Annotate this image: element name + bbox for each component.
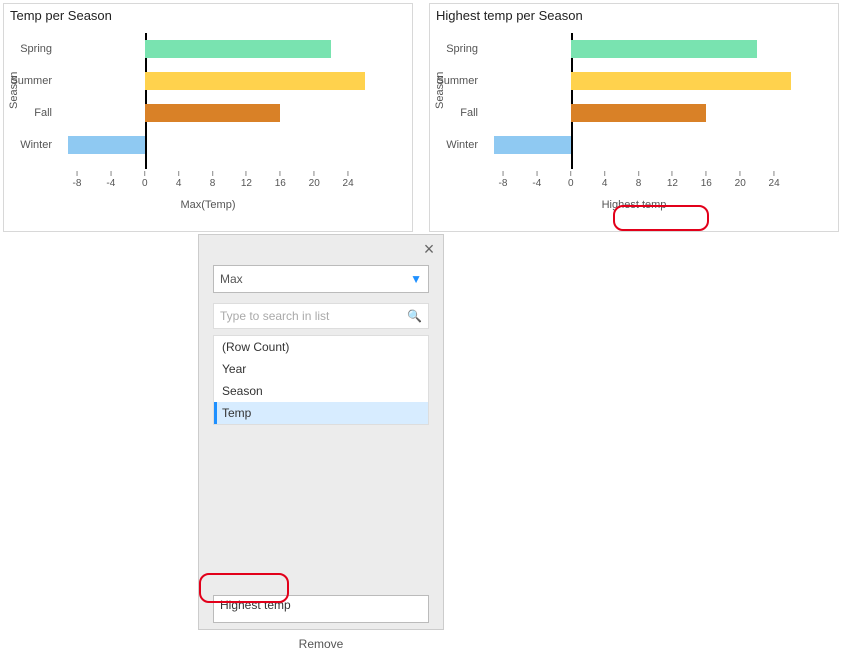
rename-value: Highest temp xyxy=(220,598,291,612)
x-ticks: -8 -4 0 4 8 12 16 20 24 xyxy=(60,171,382,197)
plot-area: SpringSummerFallWinter xyxy=(486,33,808,169)
chart-title: Temp per Season xyxy=(4,4,412,27)
category-label: Summer xyxy=(10,75,60,87)
column-option[interactable]: Season xyxy=(214,380,428,402)
bar-row: Winter xyxy=(486,129,808,161)
x-tick: -4 xyxy=(106,171,115,189)
bar[interactable] xyxy=(145,104,281,122)
column-list: (Row Count)YearSeasonTemp xyxy=(213,335,429,425)
axis-config-popup: × Max ▼ Type to search in list 🔍 (Row Co… xyxy=(198,234,444,630)
bar[interactable] xyxy=(571,104,707,122)
category-label: Summer xyxy=(436,75,486,87)
column-option[interactable]: (Row Count) xyxy=(214,336,428,358)
x-tick: 12 xyxy=(241,171,252,189)
close-icon[interactable]: × xyxy=(421,241,437,257)
category-label: Winter xyxy=(446,139,486,151)
rename-input[interactable]: Highest temp xyxy=(213,595,429,623)
bar-row: Spring xyxy=(486,33,808,65)
chart-right: Highest temp per Season Season SpringSum… xyxy=(429,3,839,232)
x-tick: -8 xyxy=(498,171,507,189)
search-input[interactable]: Type to search in list 🔍 xyxy=(213,303,429,329)
chevron-down-icon: ▼ xyxy=(410,272,422,286)
category-label: Winter xyxy=(20,139,60,151)
bar-row: Summer xyxy=(60,65,382,97)
plot-area: SpringSummerFallWinter xyxy=(60,33,382,169)
category-label: Spring xyxy=(20,43,60,55)
x-tick: 12 xyxy=(667,171,678,189)
bar-row: Summer xyxy=(486,65,808,97)
category-label: Fall xyxy=(460,107,486,119)
chart-left: Temp per Season Season SpringSummerFallW… xyxy=(3,3,413,232)
x-tick: -4 xyxy=(532,171,541,189)
spacer xyxy=(199,435,443,595)
chart-title: Highest temp per Season xyxy=(430,4,838,27)
x-tick: 20 xyxy=(735,171,746,189)
x-tick: 0 xyxy=(142,171,148,189)
x-tick: 20 xyxy=(309,171,320,189)
bar-row: Fall xyxy=(60,97,382,129)
x-tick: 8 xyxy=(636,171,642,189)
column-option[interactable]: Temp xyxy=(214,402,428,424)
bar[interactable] xyxy=(571,72,791,90)
category-label: Spring xyxy=(446,43,486,55)
search-placeholder: Type to search in list xyxy=(220,309,329,323)
bar[interactable] xyxy=(571,40,757,58)
x-tick: 16 xyxy=(275,171,286,189)
x-tick: 0 xyxy=(568,171,574,189)
bar[interactable] xyxy=(68,136,144,154)
x-tick: 4 xyxy=(602,171,608,189)
bar[interactable] xyxy=(145,72,365,90)
x-axis-label: Highest temp xyxy=(430,199,838,211)
bar-row: Fall xyxy=(486,97,808,129)
x-tick: 16 xyxy=(701,171,712,189)
x-tick: 4 xyxy=(176,171,182,189)
bar[interactable] xyxy=(145,40,331,58)
x-tick: 24 xyxy=(343,171,354,189)
x-tick: 8 xyxy=(210,171,216,189)
x-tick: -8 xyxy=(72,171,81,189)
aggregation-value: Max xyxy=(220,272,243,286)
category-label: Fall xyxy=(34,107,60,119)
bar-row: Winter xyxy=(60,129,382,161)
search-icon: 🔍 xyxy=(407,309,422,323)
column-option[interactable]: Year xyxy=(214,358,428,380)
bar[interactable] xyxy=(494,136,570,154)
bar-row: Spring xyxy=(60,33,382,65)
aggregation-dropdown[interactable]: Max ▼ xyxy=(213,265,429,293)
x-tick: 24 xyxy=(769,171,780,189)
remove-button[interactable]: Remove xyxy=(199,631,443,661)
x-ticks: -8 -4 0 4 8 12 16 20 24 xyxy=(486,171,808,197)
x-axis-label: Max(Temp) xyxy=(4,199,412,211)
